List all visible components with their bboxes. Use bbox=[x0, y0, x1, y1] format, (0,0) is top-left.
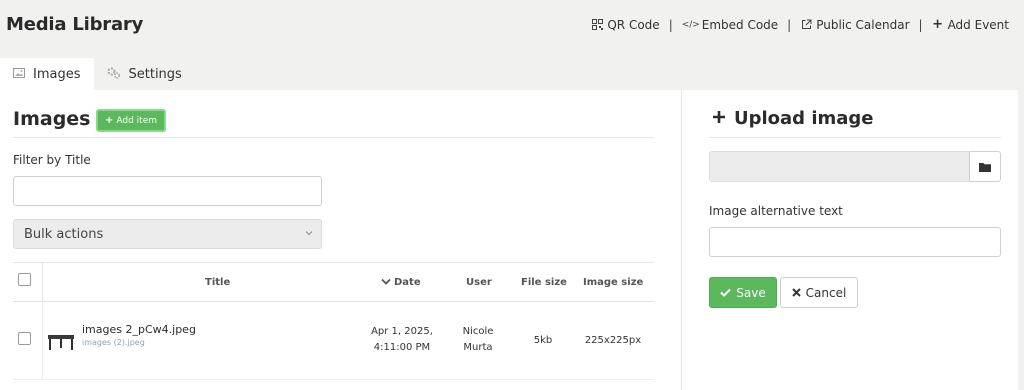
alt-text-input[interactable] bbox=[709, 227, 1001, 257]
top-bar: Media Library QR Code | </> Embed Code |… bbox=[0, 0, 1024, 52]
column-divider bbox=[42, 302, 43, 380]
image-icon bbox=[13, 67, 25, 81]
column-header-user[interactable]: User bbox=[466, 277, 492, 288]
images-table: Title Date User File size Image size ima… bbox=[13, 262, 654, 380]
file-path-field[interactable] bbox=[709, 151, 970, 182]
upload-heading: Upload image bbox=[712, 108, 874, 129]
add-event-label: Add Event bbox=[947, 18, 1009, 32]
images-heading: Images bbox=[13, 108, 91, 130]
sort-chevron-down-icon bbox=[381, 277, 391, 288]
check-icon bbox=[720, 286, 731, 300]
qr-code-label: QR Code bbox=[607, 18, 660, 32]
header-separator: | bbox=[668, 18, 673, 32]
cancel-label: Cancel bbox=[805, 285, 847, 300]
gears-icon bbox=[107, 67, 121, 82]
tab-bar: Images Settings bbox=[0, 58, 195, 90]
divider bbox=[13, 137, 654, 138]
public-calendar-label: Public Calendar bbox=[816, 18, 910, 32]
alt-text-label: Image alternative text bbox=[709, 204, 843, 218]
table-header: Title Date User File size Image size bbox=[13, 262, 654, 303]
table-row[interactable]: images 2_pCw4.jpeg images (2).jpeg Apr 1… bbox=[13, 302, 654, 380]
tab-images-label: Images bbox=[33, 66, 81, 82]
column-divider bbox=[42, 263, 43, 303]
file-size-cell: 5kb bbox=[533, 335, 553, 346]
user-last-name: Murta bbox=[463, 342, 493, 353]
column-header-date[interactable]: Date bbox=[381, 277, 421, 288]
add-event-link[interactable]: + Add Event bbox=[932, 18, 1009, 32]
divider bbox=[709, 137, 1001, 138]
file-name[interactable]: images 2_pCw4.jpeg bbox=[82, 323, 196, 336]
qr-code-icon bbox=[591, 19, 603, 31]
header-separator: | bbox=[918, 18, 923, 32]
tab-settings[interactable]: Settings bbox=[94, 58, 195, 90]
column-header-image-size[interactable]: Image size bbox=[583, 277, 643, 288]
save-label: Save bbox=[736, 285, 766, 300]
plus-icon: + bbox=[932, 17, 944, 32]
tab-settings-label: Settings bbox=[128, 66, 182, 82]
user-first-name: Nicole bbox=[462, 326, 494, 337]
images-panel: Images + Add item Filter by Title Bulk a… bbox=[0, 90, 681, 390]
filter-by-title-input[interactable] bbox=[13, 176, 322, 206]
add-item-label: Add item bbox=[116, 115, 158, 126]
external-link-icon bbox=[800, 19, 812, 31]
header-links: QR Code | </> Embed Code | Public Calend… bbox=[591, 18, 1009, 32]
column-header-title[interactable]: Title bbox=[205, 277, 230, 288]
bulk-actions-select[interactable]: Bulk actions bbox=[13, 219, 322, 249]
embed-code-link[interactable]: </> Embed Code bbox=[682, 18, 778, 32]
save-button[interactable]: Save bbox=[709, 277, 777, 308]
chevron-down-icon bbox=[305, 229, 313, 238]
original-file-name: images (2).jpeg bbox=[82, 338, 145, 347]
upload-panel: Upload image Image alternative text Save… bbox=[682, 90, 1018, 390]
public-calendar-link[interactable]: Public Calendar bbox=[800, 18, 910, 32]
tab-images[interactable]: Images bbox=[0, 58, 94, 90]
column-header-date-label: Date bbox=[394, 277, 421, 288]
folder-icon bbox=[979, 157, 991, 176]
bulk-actions-label: Bulk actions bbox=[24, 226, 104, 242]
page-title: Media Library bbox=[6, 14, 144, 35]
filter-label: Filter by Title bbox=[13, 153, 91, 167]
browse-file-button[interactable] bbox=[969, 151, 1001, 182]
date-line: Apr 1, 2025, bbox=[371, 326, 433, 337]
close-icon bbox=[791, 286, 801, 300]
select-all-checkbox[interactable] bbox=[18, 273, 31, 286]
plus-icon: + bbox=[105, 115, 114, 126]
date-cell: Apr 1, 2025, 4:11:00 PM bbox=[367, 324, 437, 356]
qr-code-link[interactable]: QR Code bbox=[591, 18, 660, 32]
time-line: 4:11:00 PM bbox=[373, 342, 431, 353]
embed-code-label: Embed Code bbox=[701, 18, 779, 32]
add-item-button[interactable]: + Add item bbox=[96, 109, 167, 132]
image-size-cell: 225x225px bbox=[584, 335, 642, 346]
code-icon: </> bbox=[681, 20, 700, 30]
cancel-button[interactable]: Cancel bbox=[780, 277, 858, 308]
row-checkbox[interactable] bbox=[18, 332, 31, 345]
column-header-file-size[interactable]: File size bbox=[521, 277, 567, 288]
plus-icon bbox=[712, 108, 726, 129]
user-cell: Nicole Murta bbox=[453, 324, 503, 356]
image-thumbnail[interactable] bbox=[46, 331, 76, 351]
header-separator: | bbox=[787, 18, 792, 32]
upload-heading-label: Upload image bbox=[734, 108, 874, 129]
